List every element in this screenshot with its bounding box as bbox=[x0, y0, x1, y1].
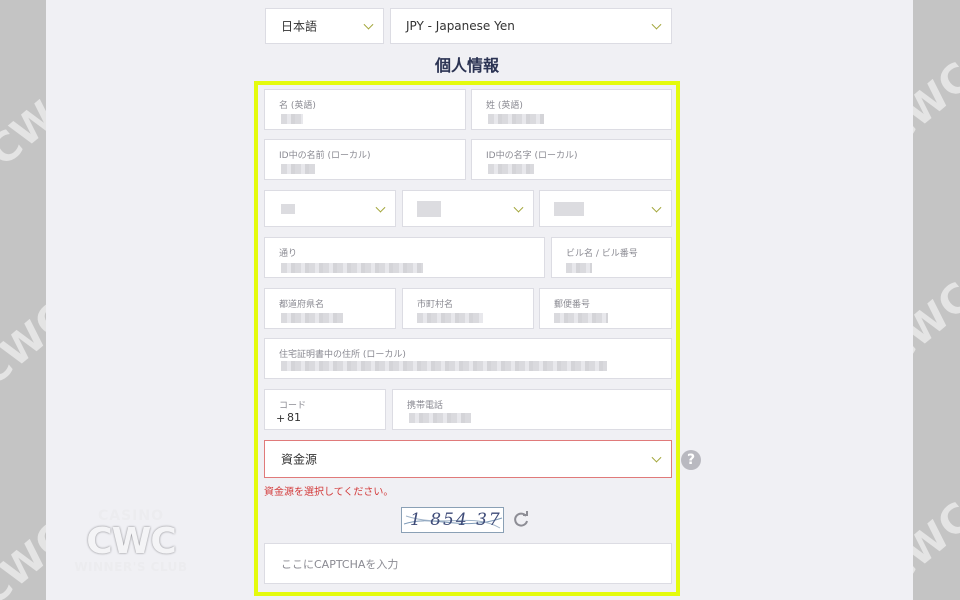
source-of-funds-value: 資金源 bbox=[281, 452, 318, 467]
help-icon[interactable]: ? bbox=[681, 450, 701, 470]
first-name-en-field[interactable]: 名 (英語) bbox=[264, 89, 466, 130]
logo-main-text: CWC bbox=[86, 521, 177, 562]
field-label: ビル名 / ビル番号 bbox=[566, 249, 638, 259]
field-label: 携帯電話 bbox=[407, 401, 444, 411]
redacted-value bbox=[281, 114, 303, 124]
redacted-value bbox=[281, 164, 315, 174]
last-name-local-field[interactable]: ID中の名字 (ローカル) bbox=[471, 139, 672, 180]
source-of-funds-error: 資金源を選択してください。 bbox=[264, 487, 394, 498]
currency-select[interactable]: JPY - Japanese Yen bbox=[390, 8, 672, 44]
captcha-text: 1 854 37 bbox=[410, 510, 502, 530]
captcha-placeholder: ここにCAPTCHAを入力 bbox=[281, 557, 399, 571]
postal-code-field[interactable]: 郵便番号 bbox=[539, 288, 672, 329]
watermark-left: CWC WINNER'S CLUB CASINO CWC WINNER'S CL… bbox=[0, 0, 46, 600]
last-name-en-field[interactable]: 姓 (英語) bbox=[471, 89, 672, 130]
captcha-input[interactable]: ここにCAPTCHAを入力 bbox=[264, 543, 672, 584]
redacted-value bbox=[281, 263, 423, 273]
redacted-value bbox=[417, 201, 441, 217]
field-label: 住宅証明書中の住所 (ローカル) bbox=[279, 350, 406, 360]
field-label: 名 (英語) bbox=[279, 101, 316, 111]
chevron-down-icon bbox=[375, 202, 386, 213]
first-name-local-field[interactable]: ID中の名前 (ローカル) bbox=[264, 139, 466, 180]
currency-select-value: JPY - Japanese Yen bbox=[406, 19, 515, 33]
chevron-down-icon bbox=[513, 202, 524, 213]
cwc-logo: CASINO CWC WINNER'S CLUB bbox=[66, 508, 196, 586]
watermark-text: CWC WINNER'S CLUB CASINO bbox=[913, 0, 960, 155]
redacted-value bbox=[554, 313, 608, 323]
prefecture-field[interactable]: 都道府県名 bbox=[264, 288, 396, 329]
phone-code-plus: + bbox=[276, 412, 286, 425]
watermark-text: CWC WINNER'S CLUB CASINO bbox=[913, 137, 960, 596]
language-select-value: 日本語 bbox=[281, 19, 318, 34]
id-address-field[interactable]: 住宅証明書中の住所 (ローカル) bbox=[264, 338, 672, 379]
redacted-value bbox=[488, 114, 544, 124]
chevron-down-icon bbox=[651, 19, 662, 30]
field-label: ID中の名字 (ローカル) bbox=[486, 151, 578, 161]
watermark-right: CWC WINNER'S CLUB CASINO CWC WINNER'S CL… bbox=[913, 0, 960, 600]
redacted-value bbox=[417, 313, 483, 323]
language-select[interactable]: 日本語 bbox=[265, 8, 384, 44]
redacted-value bbox=[281, 361, 607, 371]
field-label: 都道府県名 bbox=[279, 300, 325, 310]
watermark-text: CWC WINNER'S CLUB CASINO bbox=[0, 0, 46, 175]
redacted-value bbox=[554, 202, 584, 216]
redacted-value bbox=[566, 263, 592, 273]
birth-year-select[interactable] bbox=[539, 190, 672, 227]
birth-month-select[interactable] bbox=[402, 190, 534, 227]
watermark-text: CWC WINNER'S CLUB CASINO bbox=[0, 0, 46, 396]
chevron-down-icon bbox=[651, 452, 662, 463]
field-label: 市町村名 bbox=[417, 300, 454, 310]
phone-code-field[interactable]: コード + 81 bbox=[264, 389, 386, 430]
city-field[interactable]: 市町村名 bbox=[402, 288, 534, 329]
birth-day-select[interactable] bbox=[264, 190, 396, 227]
refresh-icon[interactable] bbox=[512, 510, 530, 528]
logo-bottom-text: WINNER'S CLUB bbox=[74, 560, 188, 574]
chevron-down-icon bbox=[363, 19, 374, 30]
redacted-value bbox=[281, 313, 343, 323]
field-label: コード bbox=[279, 401, 307, 411]
redacted-value bbox=[281, 204, 295, 214]
source-of-funds-select[interactable]: 資金源 bbox=[264, 440, 672, 478]
field-label: ID中の名前 (ローカル) bbox=[279, 151, 371, 161]
field-label: 姓 (英語) bbox=[486, 101, 523, 111]
redacted-value bbox=[488, 164, 534, 174]
mobile-field[interactable]: 携帯電話 bbox=[392, 389, 672, 430]
phone-code-value: 81 bbox=[287, 411, 301, 424]
chevron-down-icon bbox=[651, 202, 662, 213]
field-label: 郵便番号 bbox=[554, 300, 591, 310]
captcha-image: 1 854 37 bbox=[401, 507, 504, 533]
section-title: 個人情報 bbox=[434, 56, 499, 75]
building-field[interactable]: ビル名 / ビル番号 bbox=[551, 237, 672, 278]
street-field[interactable]: 通り bbox=[264, 237, 545, 278]
field-label: 通り bbox=[279, 249, 298, 259]
redacted-value bbox=[409, 413, 471, 423]
